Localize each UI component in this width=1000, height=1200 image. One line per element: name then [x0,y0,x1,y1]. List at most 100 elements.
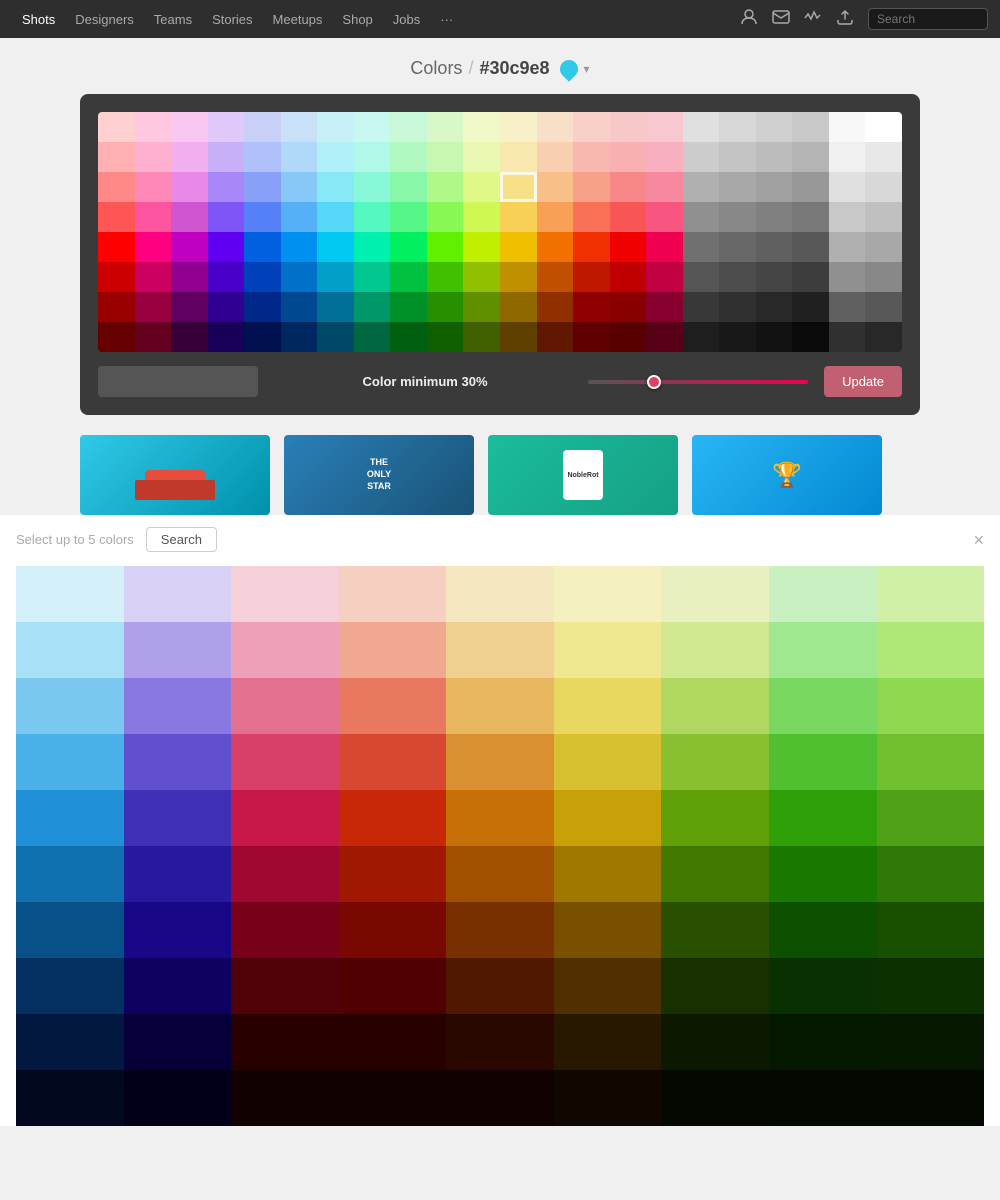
swatch-cell[interactable] [317,232,354,262]
swatch-cell[interactable] [792,292,829,322]
swatch-cell[interactable] [281,262,318,292]
breadcrumb-base[interactable]: Colors [410,58,462,79]
swatch-cell[interactable] [792,172,829,202]
big-color-cell[interactable] [661,902,769,958]
swatch-cell[interactable] [427,292,464,322]
big-color-cell[interactable] [877,1070,985,1126]
swatch-cell[interactable] [244,112,281,142]
swatch-cell[interactable] [537,322,574,352]
swatch-cell[interactable] [573,112,610,142]
big-color-cell[interactable] [339,1070,447,1126]
swatch-cell[interactable] [244,232,281,262]
big-color-cell[interactable] [769,790,877,846]
swatch-cell[interactable] [390,322,427,352]
swatch-cell[interactable] [208,292,245,322]
swatch-cell[interactable] [865,232,902,262]
big-color-cell[interactable] [769,566,877,622]
swatch-cell[interactable] [281,232,318,262]
big-color-cell[interactable] [661,1070,769,1126]
big-color-cell[interactable] [554,958,662,1014]
swatch-cell[interactable] [317,202,354,232]
nav-teams[interactable]: Teams [144,12,202,27]
swatch-cell[interactable] [317,322,354,352]
big-color-cell[interactable] [124,790,232,846]
big-color-cell[interactable] [554,1014,662,1070]
swatch-cell[interactable] [317,292,354,322]
big-color-cell[interactable] [446,1014,554,1070]
big-color-cell[interactable] [339,958,447,1014]
big-color-cell[interactable] [877,902,985,958]
swatch-cell[interactable] [719,292,756,322]
swatch-cell[interactable] [317,142,354,172]
big-color-cell[interactable] [124,734,232,790]
swatch-cell[interactable] [354,202,391,232]
big-color-cell[interactable] [769,622,877,678]
swatch-cell[interactable] [135,142,172,172]
big-color-cell[interactable] [769,734,877,790]
big-color-cell[interactable] [661,622,769,678]
swatch-cell[interactable] [792,142,829,172]
swatch-cell[interactable] [390,142,427,172]
nav-designers[interactable]: Designers [65,12,144,27]
swatch-cell[interactable] [792,322,829,352]
swatch-cell[interactable] [573,202,610,232]
swatch-cell[interactable] [317,112,354,142]
swatch-cell[interactable] [98,142,135,172]
swatch-cell[interactable] [865,262,902,292]
swatch-cell[interactable] [829,322,866,352]
swatch-cell[interactable] [390,262,427,292]
swatch-cell[interactable] [135,322,172,352]
swatch-cell[interactable] [281,172,318,202]
shot-thumbnail-3[interactable]: NobleRot [488,435,678,515]
swatch-cell[interactable] [463,142,500,172]
big-color-cell[interactable] [877,1014,985,1070]
big-color-cell[interactable] [16,846,124,902]
swatch-cell[interactable] [573,232,610,262]
swatch-cell[interactable] [573,262,610,292]
swatch-cell[interactable] [244,202,281,232]
lower-search-button[interactable]: Search [146,527,217,552]
swatch-cell[interactable] [756,262,793,292]
shot-thumbnail-1[interactable] [80,435,270,515]
nav-jobs[interactable]: Jobs [383,12,430,27]
swatch-cell[interactable] [354,322,391,352]
swatch-cell[interactable] [646,262,683,292]
swatch-cell[interactable] [427,262,464,292]
color-drop-icon[interactable] [556,56,581,81]
swatch-cell[interactable] [646,142,683,172]
swatch-cell[interactable] [829,232,866,262]
swatch-cell[interactable] [463,172,500,202]
shot-thumbnail-2[interactable]: THEONLYSTAR [284,435,474,515]
swatch-cell[interactable] [171,322,208,352]
swatch-cell[interactable] [573,292,610,322]
swatch-cell[interactable] [500,172,537,202]
swatch-cell[interactable] [683,112,720,142]
swatch-cell[interactable] [390,202,427,232]
activity-icon[interactable] [804,10,822,29]
swatch-cell[interactable] [610,202,647,232]
big-color-cell[interactable] [16,958,124,1014]
big-color-cell[interactable] [554,902,662,958]
big-color-cell[interactable] [877,790,985,846]
swatch-cell[interactable] [463,112,500,142]
swatch-cell[interactable] [171,142,208,172]
swatch-cell[interactable] [537,262,574,292]
big-color-cell[interactable] [446,734,554,790]
swatch-cell[interactable] [865,202,902,232]
big-color-cell[interactable] [554,566,662,622]
swatch-cell[interactable] [98,262,135,292]
swatch-cell[interactable] [646,112,683,142]
update-button[interactable]: Update [824,366,902,397]
swatch-cell[interactable] [171,112,208,142]
nav-shop[interactable]: Shop [332,12,382,27]
swatch-cell[interactable] [427,232,464,262]
big-color-cell[interactable] [769,902,877,958]
profile-icon[interactable] [740,8,758,31]
swatch-cell[interactable] [719,322,756,352]
swatch-cell[interactable] [719,202,756,232]
swatch-cell[interactable] [719,172,756,202]
swatch-cell[interactable] [756,292,793,322]
big-color-cell[interactable] [769,958,877,1014]
nav-meetups[interactable]: Meetups [263,12,333,27]
swatch-cell[interactable] [756,232,793,262]
